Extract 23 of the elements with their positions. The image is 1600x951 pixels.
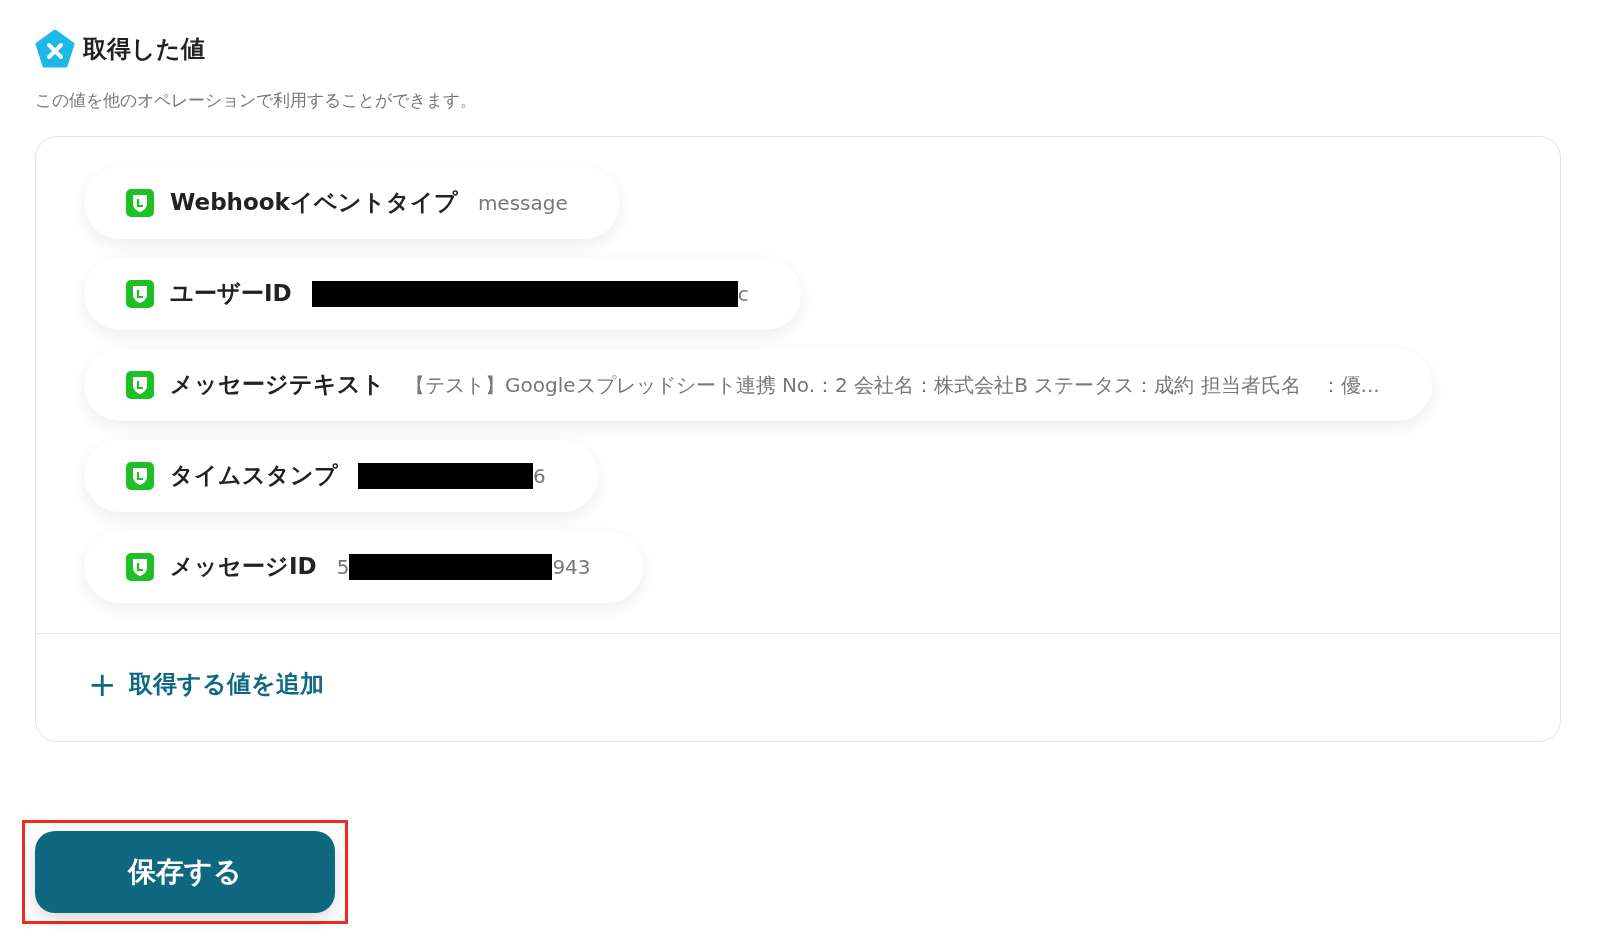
chat-app-icon: [126, 461, 154, 490]
logo-icon: [35, 30, 75, 68]
chat-app-icon: [126, 370, 154, 399]
chat-app-icon: [126, 552, 154, 581]
add-value-link[interactable]: + 取得する値を追加: [88, 665, 324, 702]
value-text: c: [737, 280, 749, 308]
value-label: Webhookイベントタイプ: [170, 188, 458, 218]
value-label: ユーザーID: [170, 279, 292, 309]
plus-icon: +: [88, 666, 117, 701]
value-text: 6: [533, 462, 546, 490]
section-description: この値を他のオペレーションで利用することができます。: [35, 89, 478, 112]
value-label: タイムスタンプ: [170, 461, 338, 491]
add-value-label: 取得する値を追加: [128, 668, 324, 700]
section-title: 取得した値: [83, 34, 205, 65]
save-button[interactable]: 保存する: [35, 830, 335, 913]
value-label: メッセージテキスト: [170, 370, 385, 400]
value-text: 943: [552, 553, 591, 581]
value-label: メッセージID: [170, 552, 317, 582]
value-text: 【テスト】Googleスプレッドシート連携 No.：2 会社名：株式会社B ステータス：成約 担当者氏名 ：優...: [405, 371, 1380, 399]
value-text: message: [477, 189, 568, 217]
chat-app-icon: [126, 188, 154, 217]
chat-app-icon: [126, 279, 154, 308]
value-text: 5: [336, 553, 350, 581]
